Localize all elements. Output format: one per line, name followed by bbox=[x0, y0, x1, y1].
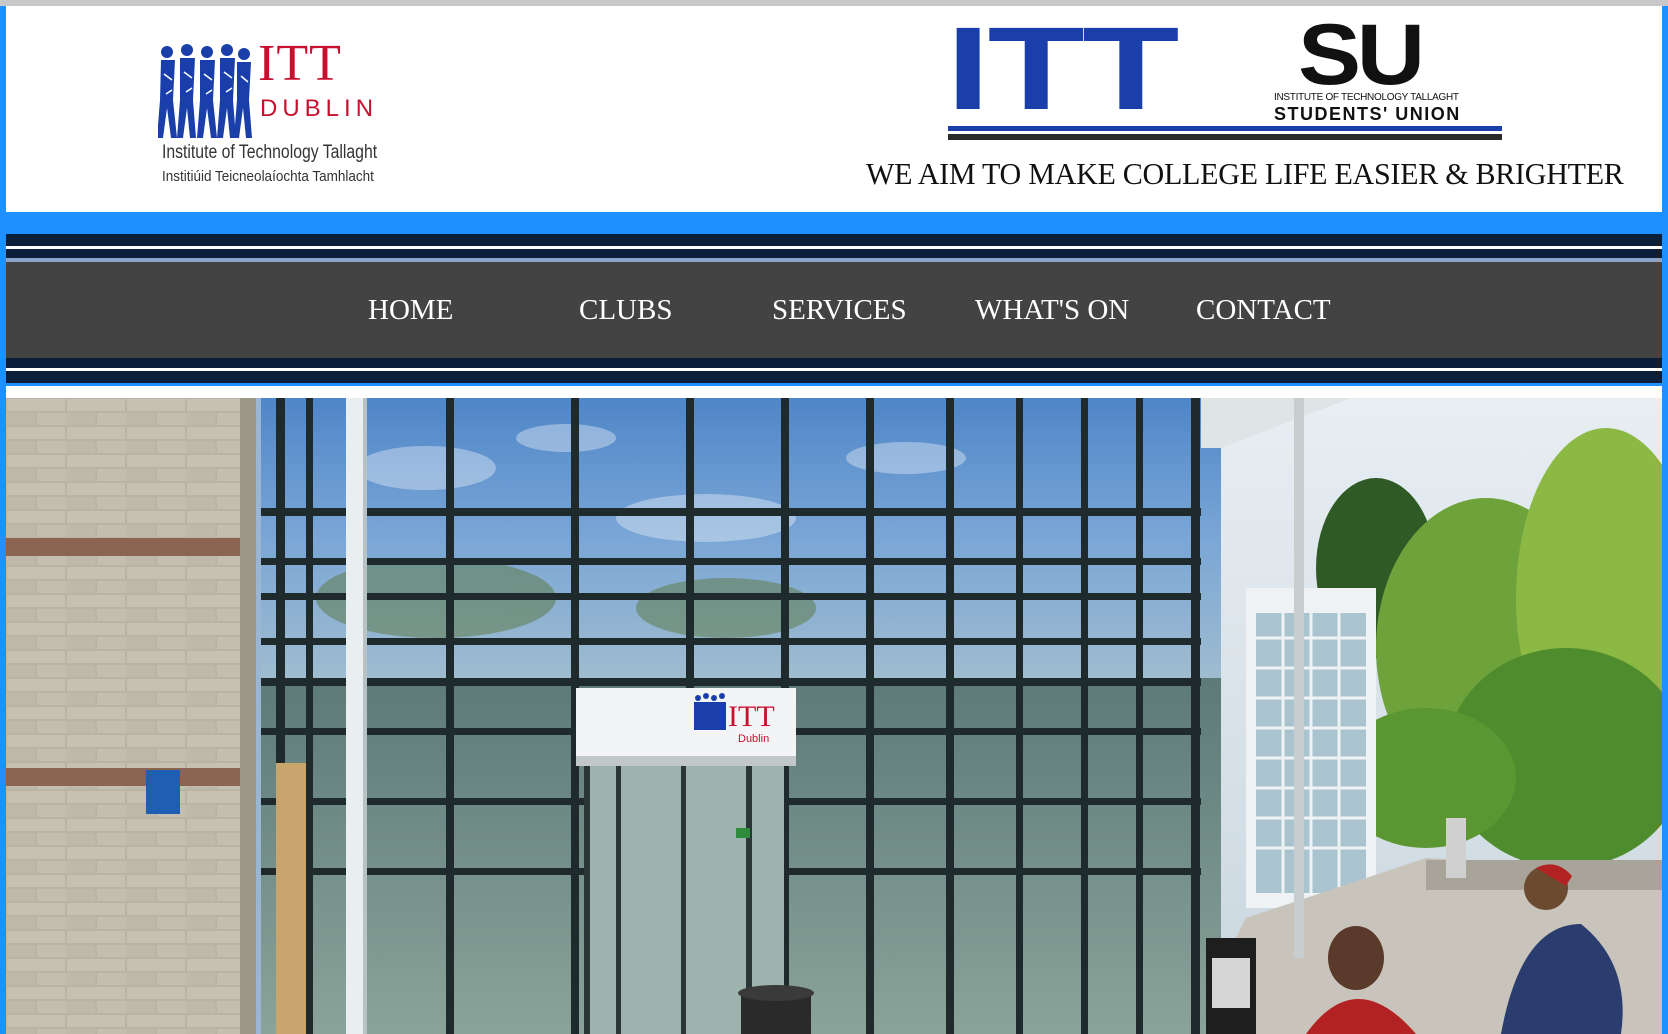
header-tagline: WE AIM TO MAKE COLLEGE LIFE EASIER & BRI… bbox=[866, 156, 1624, 191]
entrance-sign-sub: Dublin bbox=[738, 733, 769, 745]
campus-photo-illustration: ITT Dublin bbox=[6, 398, 1662, 1034]
site-header: ITT DUBLIN Institute of Technology Talla… bbox=[6, 6, 1662, 214]
su-logo-rule-dark bbox=[948, 134, 1502, 140]
itt-dublin-logo[interactable]: ITT DUBLIN Institute of Technology Talla… bbox=[158, 35, 377, 188]
nav-home-link[interactable]: HOME bbox=[368, 292, 453, 328]
itt-logo-irish-name: Institiúid Teicneolaíochta Tamhlacht bbox=[162, 168, 374, 185]
main-navigation: HOME CLUBS SERVICES WHAT'S ON CONTACT bbox=[6, 222, 1662, 386]
nav-stripe-top-dark bbox=[6, 249, 1662, 258]
itt-logo-english-name: Institute of Technology Tallaght bbox=[162, 142, 378, 163]
itt-logo-word: ITT bbox=[258, 35, 342, 92]
entrance-sign-word: ITT bbox=[728, 700, 775, 733]
nav-contact-link[interactable]: CONTACT bbox=[1196, 292, 1331, 328]
su-logo-rule-blue bbox=[948, 126, 1502, 131]
header-bottom-border bbox=[0, 212, 1668, 222]
nav-stripe-bottom-dark bbox=[6, 371, 1662, 383]
su-logo-itt-letters: ITT bbox=[946, 3, 1179, 135]
campus-building-photo: ITT Dublin bbox=[6, 398, 1662, 1034]
su-logo-su-letters: SU bbox=[1298, 7, 1425, 103]
itt-figures-icon bbox=[158, 44, 252, 138]
frame-right-border bbox=[1662, 6, 1668, 1034]
nav-services-link[interactable]: SERVICES bbox=[772, 292, 907, 328]
nav-bar: HOME CLUBS SERVICES WHAT'S ON CONTACT bbox=[6, 262, 1662, 358]
su-logo-union: STUDENTS' UNION bbox=[1274, 104, 1461, 124]
ittsu-logo[interactable]: ITT SU INSTITUTE OF TECHNOLOGY TALLAGHT … bbox=[946, 10, 1506, 146]
nav-stripe-top bbox=[6, 234, 1662, 246]
nav-stripe-bottom bbox=[6, 358, 1662, 368]
su-logo-institute: INSTITUTE OF TECHNOLOGY TALLAGHT bbox=[1274, 92, 1459, 103]
nav-clubs-link[interactable]: CLUBS bbox=[579, 292, 672, 328]
itt-logo-dublin: DUBLIN bbox=[260, 95, 379, 122]
nav-whats-on-link[interactable]: WHAT'S ON bbox=[975, 292, 1129, 328]
